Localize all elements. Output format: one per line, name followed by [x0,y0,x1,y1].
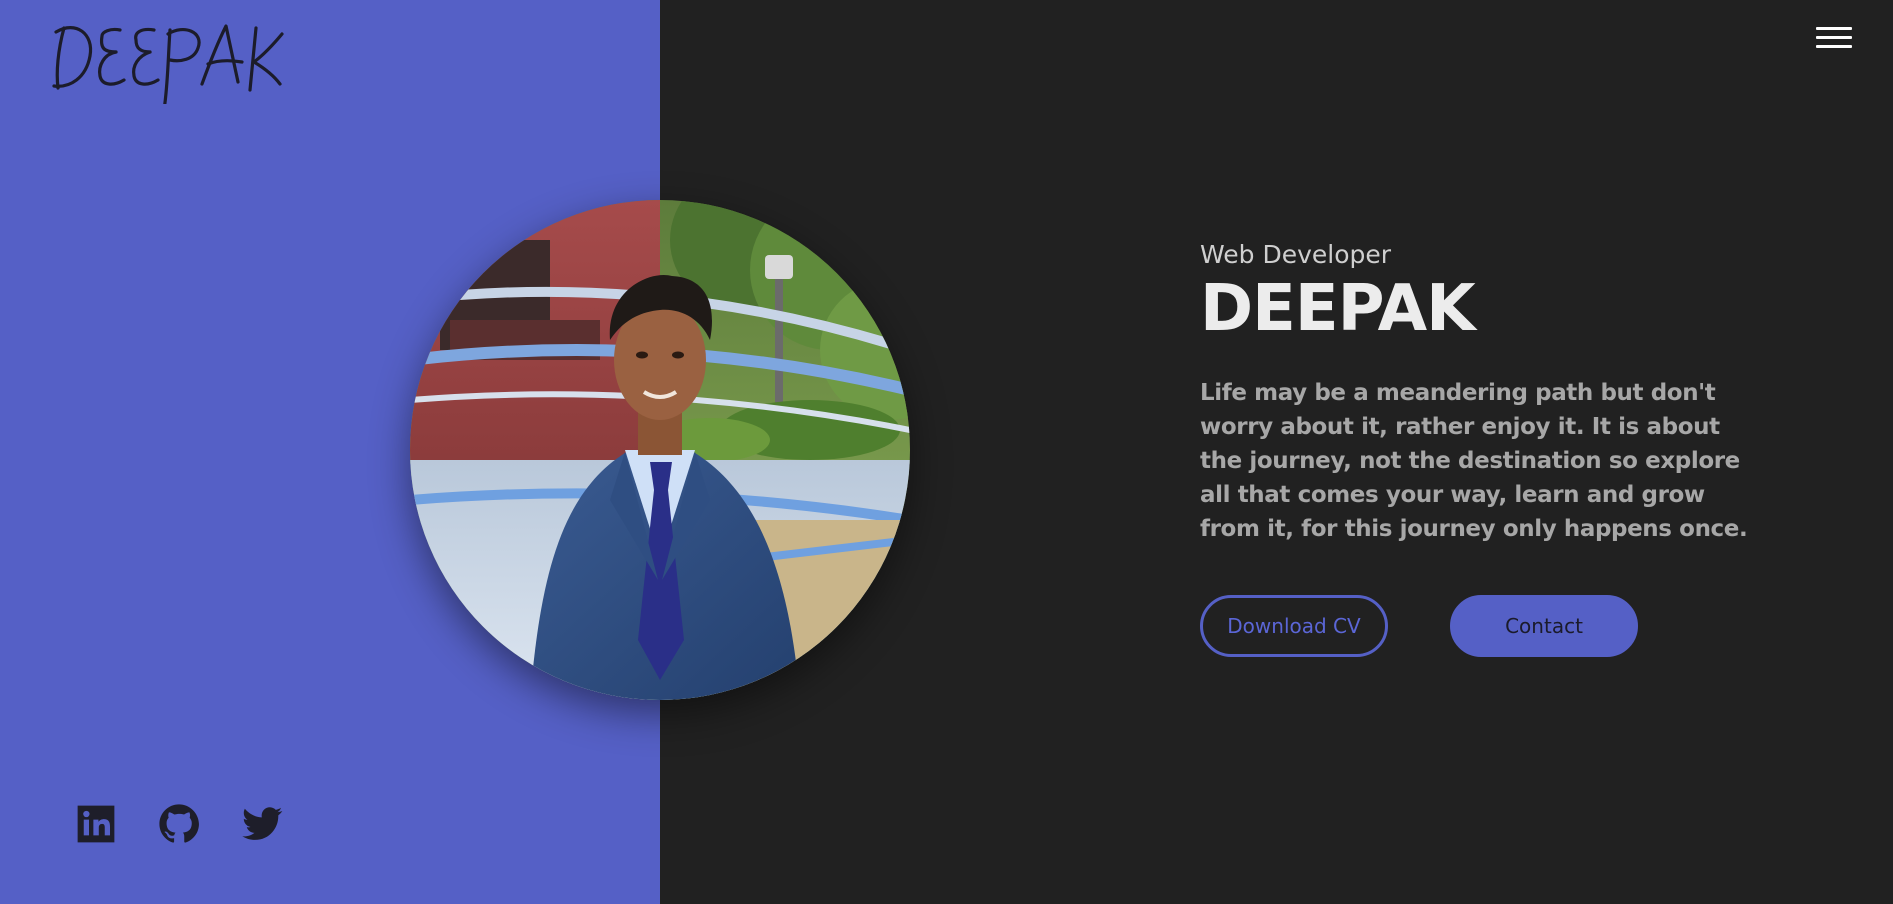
download-cv-button[interactable]: Download CV [1200,595,1388,657]
role-subtitle: Web Developer [1200,240,1392,269]
logo[interactable] [50,14,286,112]
page: Web Developer DEEPAK Life may be a meand… [0,0,1893,904]
menu-bar [1816,45,1852,48]
contact-button[interactable]: Contact [1450,595,1638,657]
linkedin-icon[interactable] [75,803,117,845]
bio-paragraph: Life may be a meandering path but don't … [1200,380,1748,543]
hero-intro: Web Developer DEEPAK Life may be a meand… [1200,240,1760,546]
hero-name-heading: DEEPAK [1200,272,1476,346]
twitter-icon[interactable] [241,803,283,845]
menu-bar [1816,27,1852,30]
menu-bar [1816,36,1852,39]
logo-signature-icon [52,24,284,112]
hamburger-menu-icon[interactable] [1814,25,1854,55]
profile-photo [410,200,910,700]
github-icon[interactable] [158,803,200,845]
